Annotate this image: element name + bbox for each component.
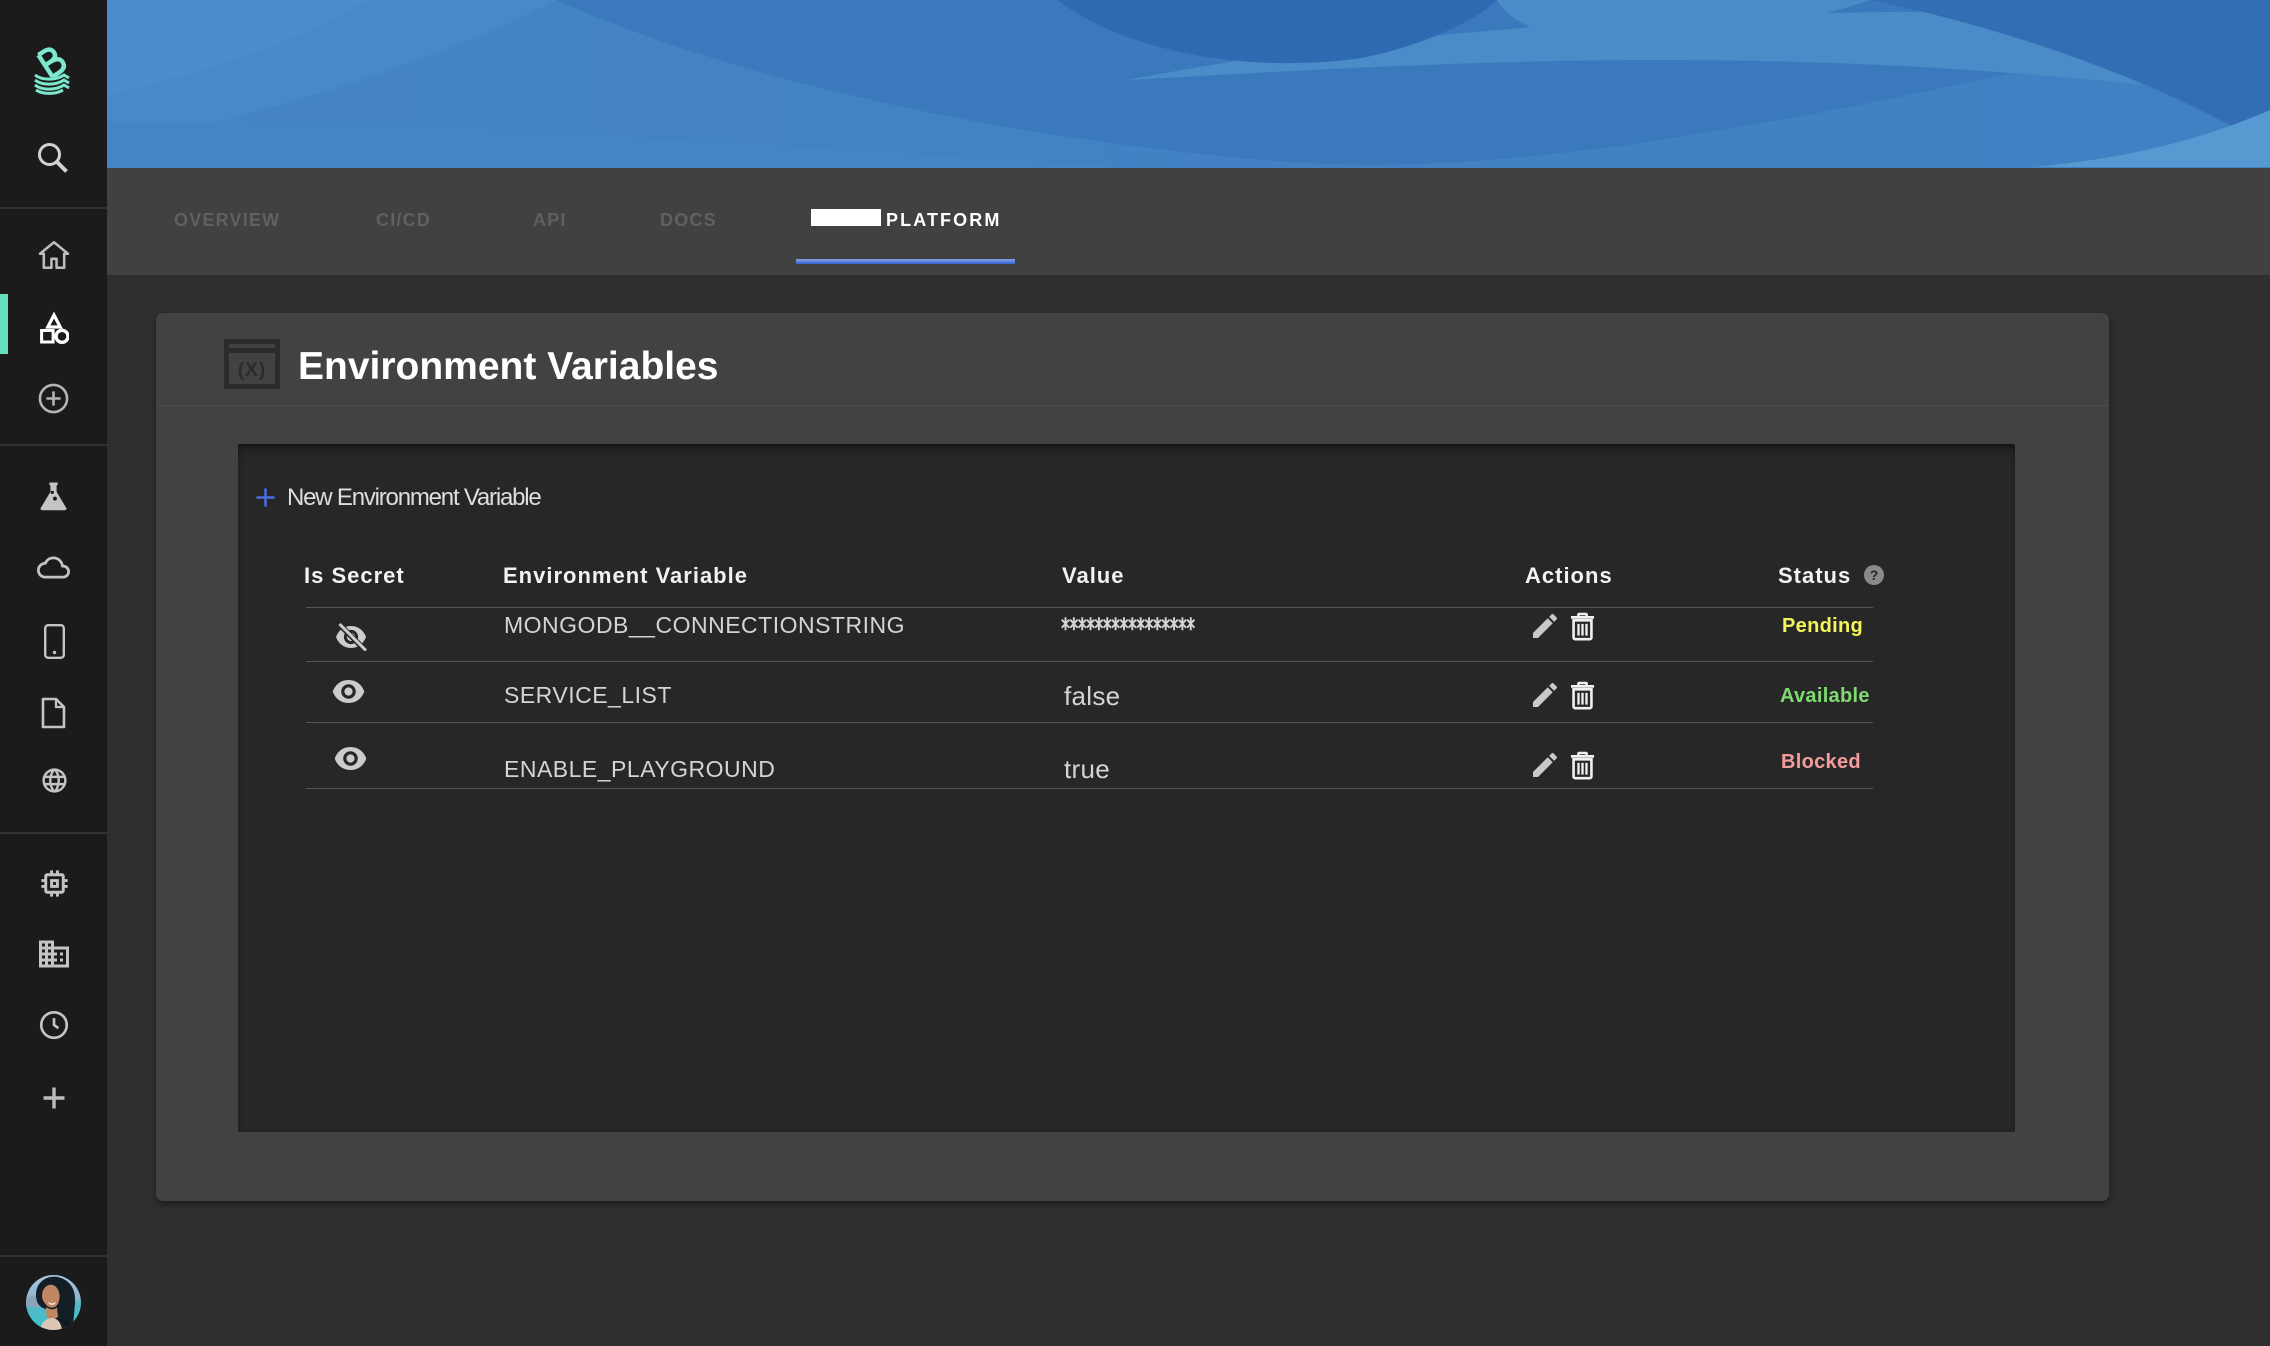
svg-text:?: ? — [1870, 568, 1878, 583]
svg-text:(X): (X) — [238, 360, 266, 381]
